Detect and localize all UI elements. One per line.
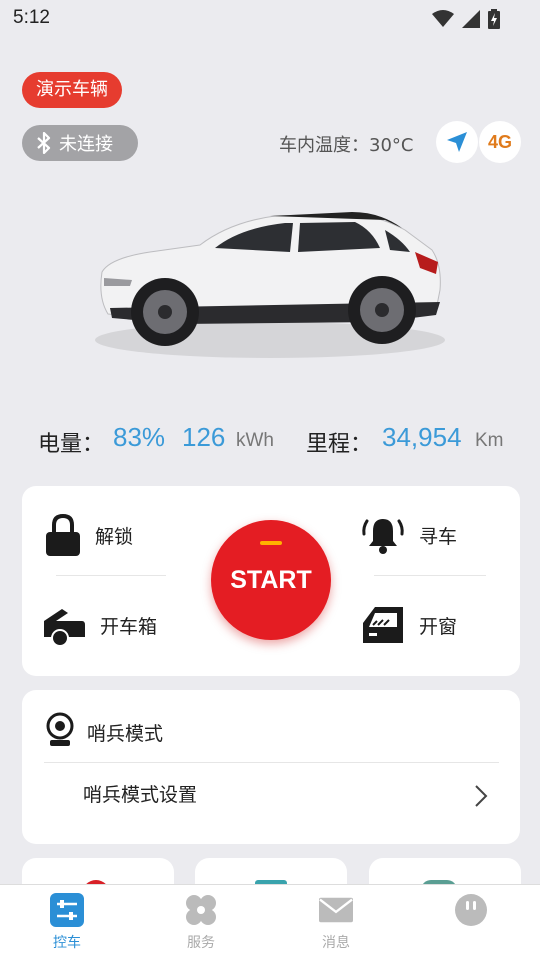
tab-vehicle-control-label: 控车 — [53, 935, 81, 951]
battery-energy: 126 — [182, 422, 226, 452]
open-trunk-button[interactable]: 开车箱 — [42, 603, 157, 647]
find-car-button[interactable]: 寻车 — [361, 513, 457, 557]
sentry-settings-label: 哨兵模式设置 — [83, 784, 198, 806]
sentry-mode-title: 哨兵模式 — [87, 723, 164, 745]
status-time: 5:12 — [13, 7, 50, 28]
bluetooth-icon — [37, 132, 51, 154]
tab-profile[interactable] — [426, 893, 516, 932]
bluetooth-status-label: 未连接 — [59, 134, 113, 155]
tab-services[interactable]: 服务 — [156, 893, 246, 952]
battery-unit: kWh — [236, 430, 274, 451]
open-trunk-label: 开车箱 — [100, 615, 158, 638]
services-icon — [184, 893, 218, 927]
sentry-mode-card: 哨兵模式 哨兵模式设置 — [22, 690, 520, 844]
battery-icon — [488, 9, 500, 29]
location-button[interactable] — [436, 121, 478, 163]
lock-icon — [46, 514, 80, 556]
cabin-temperature: 车内温度：30°C — [279, 135, 414, 156]
car-control-icon — [50, 893, 84, 927]
wifi-icon — [432, 10, 454, 27]
bottom-tab-bar: 控车 服务 消息 — [0, 884, 540, 960]
network-button[interactable]: 4G — [479, 121, 521, 163]
mileage-unit: Km — [475, 430, 504, 451]
profile-icon — [454, 893, 488, 927]
network-4g-icon: 4G — [487, 131, 512, 152]
chevron-right-icon — [475, 785, 488, 807]
status-bar: 5:12 — [0, 0, 540, 36]
start-engine-button[interactable]: START — [211, 520, 331, 640]
webcam-icon — [46, 712, 74, 746]
tab-messages-label: 消息 — [322, 935, 350, 951]
demo-vehicle-badge: 演示车辆 — [22, 72, 122, 108]
unlock-label: 解锁 — [95, 525, 134, 548]
navigation-arrow-icon — [447, 132, 467, 152]
mileage-value: 34,954 — [382, 422, 462, 452]
start-label: START — [230, 566, 312, 594]
vehicle-control-card: 解锁 寻车 开车箱 开窗 START — [22, 486, 520, 676]
tab-services-label: 服务 — [187, 935, 215, 951]
open-window-label: 开窗 — [419, 615, 458, 638]
battery-label: 电量： — [38, 432, 105, 457]
trunk-icon — [44, 609, 85, 647]
sentry-settings-row[interactable]: 哨兵模式设置 — [22, 764, 520, 828]
find-car-label: 寻车 — [419, 525, 458, 548]
battery-percent: 83% — [113, 422, 166, 452]
mileage-label: 里程： — [306, 432, 373, 457]
car-image — [80, 190, 460, 380]
open-window-button[interactable]: 开窗 — [361, 605, 457, 645]
unlock-button[interactable]: 解锁 — [45, 514, 133, 556]
vehicle-stats: 电量： 83% 126 kWh 里程： 34,954 Km — [38, 422, 518, 458]
tab-vehicle-control[interactable]: 控车 — [22, 893, 112, 952]
window-icon — [363, 607, 403, 643]
tab-messages[interactable]: 消息 — [291, 893, 381, 952]
bluetooth-status[interactable]: 未连接 — [22, 125, 138, 161]
mail-icon — [319, 893, 353, 927]
bell-icon — [362, 519, 404, 554]
signal-icon — [462, 10, 480, 28]
